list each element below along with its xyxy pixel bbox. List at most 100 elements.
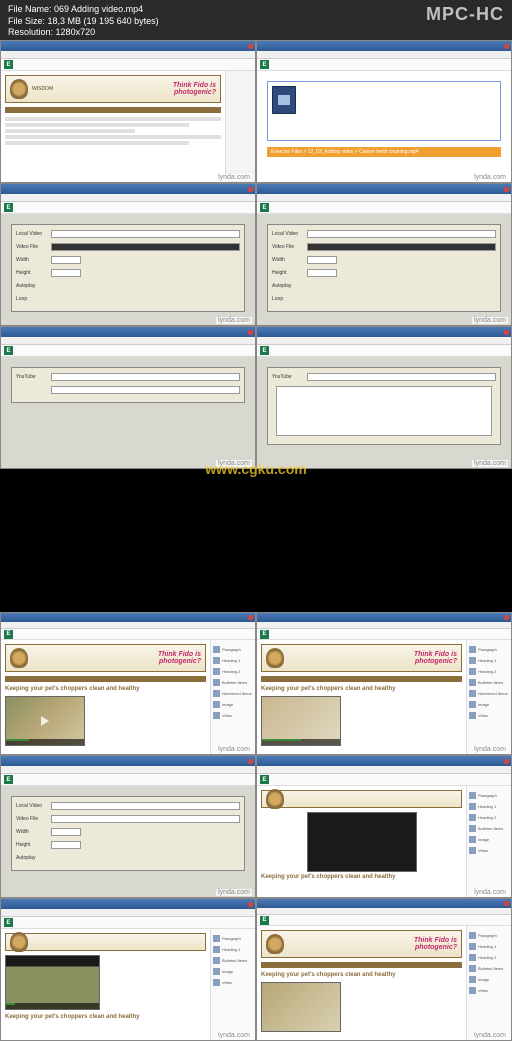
tool-item[interactable]: Video [213, 977, 253, 987]
close-icon[interactable] [248, 759, 253, 764]
video-properties-dialog[interactable]: Local Video Video File Width Height Auto… [267, 224, 501, 312]
tool-item[interactable]: Heading 1 [469, 801, 509, 811]
tool-item[interactable]: Paragraph [469, 930, 509, 940]
tool-item[interactable]: Heading 1 [469, 941, 509, 951]
text-input[interactable] [51, 802, 240, 810]
thumb-4[interactable]: E Local Video Video File Width Height Au… [256, 183, 512, 326]
close-icon[interactable] [248, 44, 253, 49]
text-input[interactable] [307, 269, 337, 277]
tool-item[interactable]: Bulleted Items [213, 955, 253, 965]
text-input[interactable] [51, 815, 240, 823]
tool-item[interactable]: Numbered Items [213, 688, 253, 698]
nav-bar[interactable] [5, 107, 221, 113]
close-icon[interactable] [504, 187, 509, 192]
field-label: Autoplay [16, 283, 51, 289]
nav-bar[interactable] [5, 676, 206, 682]
text-input[interactable] [51, 828, 81, 836]
tool-item[interactable]: Image [213, 966, 253, 976]
tool-item[interactable]: Numbered Items [469, 688, 509, 698]
tool-item[interactable]: Image [469, 834, 509, 844]
thumb-7[interactable]: E Think Fido isphotogenic? Keeping your … [0, 612, 256, 755]
tool-item[interactable]: Video [469, 845, 509, 855]
nav-bar[interactable] [261, 962, 462, 968]
text-input[interactable] [307, 230, 496, 238]
thumb-9[interactable]: E Local Video Video File Width Height Au… [0, 755, 256, 898]
tool-item[interactable]: Heading 1 [213, 944, 253, 954]
thumb-8[interactable]: E Think Fido isphotogenic? Keeping your … [256, 612, 512, 755]
tool-item[interactable]: Paragraph [213, 933, 253, 943]
close-icon[interactable] [248, 615, 253, 620]
video-controls[interactable] [6, 739, 84, 745]
video-properties-dialog[interactable]: Local Video Video File Width Height Auto… [11, 796, 245, 871]
tool-item[interactable]: Image [213, 699, 253, 709]
window-titlebar [1, 41, 255, 51]
video-controls[interactable] [6, 1003, 99, 1009]
close-icon[interactable] [248, 330, 253, 335]
thumb-6[interactable]: E YouTube lynda.com [256, 326, 512, 469]
tool-item[interactable]: Bulleted Items [469, 823, 509, 833]
close-icon[interactable] [248, 187, 253, 192]
close-icon[interactable] [504, 615, 509, 620]
close-icon[interactable] [504, 44, 509, 49]
close-icon[interactable] [504, 330, 509, 335]
text-input[interactable] [307, 256, 337, 264]
text-input[interactable] [51, 230, 240, 238]
tools-panel: Paragraph Heading 1 Heading 2 Bulleted I… [210, 640, 255, 754]
video-player[interactable] [261, 696, 341, 746]
thumb-2[interactable]: E Exercise Files > 12_03_Adding video > … [256, 40, 512, 183]
text-input[interactable] [51, 269, 81, 277]
video-properties-dialog[interactable]: YouTube [11, 367, 245, 403]
tool-item[interactable]: Paragraph [213, 644, 253, 654]
close-icon[interactable] [248, 902, 253, 907]
app-icon: E [260, 203, 269, 212]
thumb-11[interactable]: E Keeping your pet's choppers clean and … [0, 898, 256, 1041]
tool-item[interactable]: Heading 2 [469, 666, 509, 676]
tool-item[interactable]: Paragraph [469, 790, 509, 800]
tool-item[interactable]: Heading 2 [469, 812, 509, 822]
window-titlebar [257, 756, 511, 766]
window-menubar [1, 909, 255, 917]
tool-item[interactable]: Video [213, 710, 253, 720]
field-label: Video File [272, 244, 307, 250]
tool-item[interactable]: Heading 2 [469, 952, 509, 962]
video-player-black[interactable] [307, 812, 417, 872]
tool-item[interactable]: Bulleted Items [469, 963, 509, 973]
video-file-icon[interactable] [272, 86, 296, 114]
close-icon[interactable] [504, 901, 509, 906]
text-input[interactable] [307, 243, 496, 251]
tool-item[interactable]: Image [469, 699, 509, 709]
tool-item[interactable]: Video [469, 985, 509, 995]
thumb-5[interactable]: E YouTube lynda.com [0, 326, 256, 469]
video-properties-dialog[interactable]: Local Video Video File Width Height Auto… [11, 224, 245, 312]
tool-item[interactable]: Heading 1 [469, 655, 509, 665]
side-panel [225, 71, 255, 182]
tool-item[interactable]: Heading 1 [213, 655, 253, 665]
tool-item[interactable]: Bulleted Items [469, 677, 509, 687]
thumb-3[interactable]: E Local Video Video File Width Height Au… [0, 183, 256, 326]
nav-bar[interactable] [261, 676, 462, 682]
text-line [5, 141, 189, 145]
video-controls[interactable] [262, 739, 340, 745]
text-input[interactable] [51, 386, 240, 394]
tool-item[interactable]: Bulleted Items [213, 677, 253, 687]
tool-item[interactable]: Heading 2 [213, 666, 253, 676]
close-icon[interactable] [504, 759, 509, 764]
text-input[interactable] [51, 373, 240, 381]
tool-item[interactable]: Image [469, 974, 509, 984]
text-input[interactable] [51, 841, 81, 849]
file-browser-dialog[interactable] [267, 81, 501, 141]
video-player[interactable] [5, 696, 85, 746]
video-player[interactable] [261, 982, 341, 1032]
text-input[interactable] [51, 256, 81, 264]
text-input[interactable] [51, 243, 240, 251]
tool-item[interactable]: Video [469, 710, 509, 720]
breadcrumb-path[interactable]: Exercise Files > 12_03_Adding video > Ca… [267, 147, 501, 157]
tool-item[interactable]: Paragraph [469, 644, 509, 654]
window-menubar [257, 766, 511, 774]
text-input[interactable] [307, 373, 496, 381]
thumb-1[interactable]: E WISDOM Think Fido isphotogenic? lynda.… [0, 40, 256, 183]
video-player[interactable] [5, 955, 100, 1010]
thumb-10[interactable]: E Keeping your pet's choppers clean and … [256, 755, 512, 898]
video-properties-dialog[interactable]: YouTube [267, 367, 501, 445]
thumb-12[interactable]: E Think Fido isphotogenic? Keeping your … [256, 898, 512, 1041]
